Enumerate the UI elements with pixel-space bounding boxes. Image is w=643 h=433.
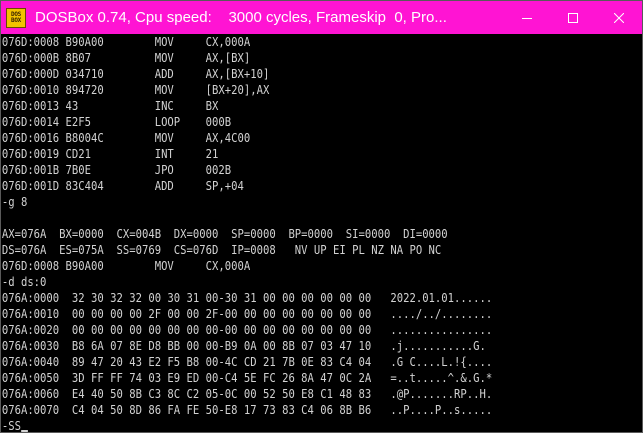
console-line: 076D:0014 E2F5 LOOP 000B [1, 114, 232, 129]
minimize-icon [522, 17, 532, 19]
console-line: 076D:0010 894720 MOV [BX+20],AX [1, 82, 270, 97]
title-bar[interactable]: DOS BOX DOSBox 0.74, Cpu speed: 3000 cyc… [1, 1, 642, 34]
console-line: 076D:001D 83C404 ADD SP,+04 [1, 178, 244, 193]
window-controls [504, 1, 642, 34]
command-prompt-line[interactable]: -SS [1, 418, 539, 432]
maximize-icon [568, 12, 578, 23]
console-line: 076D:0008 B90A00 MOV CX,000A [1, 34, 251, 49]
minimize-button[interactable] [504, 1, 550, 34]
console-line: 076D:001B 7B0E JPO 002B [1, 162, 232, 177]
console-line: 076D:0013 43 INC BX [1, 98, 219, 113]
console-line: DS=076A ES=075A SS=0769 CS=076D IP=0008 … [1, 242, 442, 257]
dos-console[interactable]: 076D:0008 B90A00 MOV CX,000A 076D:000B 8… [1, 34, 642, 432]
console-line: -g 8 [1, 194, 28, 209]
console-line: 076A:0070 C4 04 50 8D 86 FA FE 50-E8 17 … [1, 402, 493, 417]
console-line: 076A:0000 32 30 32 32 00 30 31 00-30 31 … [1, 290, 493, 305]
console-line: -d ds:0 [1, 274, 47, 289]
dosbox-window: DOS BOX DOSBox 0.74, Cpu speed: 3000 cyc… [0, 0, 643, 433]
dosbox-icon[interactable]: DOS BOX [6, 7, 26, 28]
console-line: 076A:0030 B8 6A 07 8E D8 BB 00 00-B9 0A … [1, 338, 486, 353]
console-line: 076A:0010 00 00 00 00 2F 00 00 2F-00 00 … [1, 306, 493, 321]
console-line: 076A:0050 3D FF FF 74 03 E9 ED 00-C4 5E … [1, 370, 493, 385]
maximize-button[interactable] [550, 1, 596, 34]
close-button[interactable] [596, 1, 642, 34]
console-line: 076D:0008 B90A00 MOV CX,000A [1, 258, 251, 273]
console-line: 076D:0016 B8004C MOV AX,4C00 [1, 130, 251, 145]
console-line: 076A:0060 E4 40 50 8B C3 8C C2 05-0C 00 … [1, 386, 493, 401]
text-cursor [20, 430, 28, 432]
console-line: 076D:000D 034710 ADD AX,[BX+10] [1, 66, 270, 81]
prompt-text: -SS [1, 418, 21, 432]
console-line: 076D:0019 CD21 INT 21 [1, 146, 219, 161]
close-icon [614, 12, 624, 23]
console-line: 076A:0020 00 00 00 00 00 00 00 00-00 00 … [1, 322, 493, 337]
icon-text-bottom: BOX [11, 16, 21, 24]
console-line: 076A:0040 89 47 20 43 E2 F5 B8 00-4C CD … [1, 354, 493, 369]
console-line: 076D:000B 8B07 MOV AX,[BX] [1, 50, 251, 65]
window-title: DOSBox 0.74, Cpu speed: 3000 cycles, Fra… [35, 9, 447, 26]
console-line: AX=076A BX=0000 CX=004B DX=0000 SP=0000 … [1, 226, 448, 241]
